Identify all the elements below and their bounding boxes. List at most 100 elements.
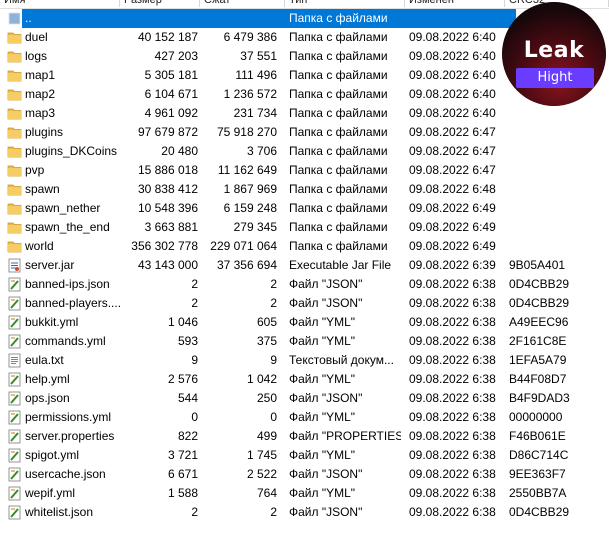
file-size: 15 886 018 xyxy=(137,163,198,177)
modified-date: 09.08.2022 6:47 xyxy=(409,125,496,139)
packed-size: 1 236 572 xyxy=(223,87,277,101)
packed-size: 250 xyxy=(256,391,277,405)
file-row[interactable]: banned-ips.json 2 2 Файл "JSON" 09.08.2022 6… xyxy=(0,275,609,294)
file-row[interactable]: plugins 97 679 872 75 918 270 Папка с файла… xyxy=(0,123,609,142)
file-row[interactable]: permissions.yml 0 0 Файл "YML" 09.08.2022 6:… xyxy=(0,408,609,427)
file-name: spawn_nether xyxy=(25,201,101,215)
file-size: 10 548 396 xyxy=(137,201,198,215)
file-row[interactable]: server.properties 822 499 Файл "PROPERTIES"… xyxy=(0,427,609,446)
column-header-cell[interactable]: Тип xyxy=(285,0,405,7)
file-row[interactable]: spawn_the_end 3 663 881 279 345 Папка с фай… xyxy=(0,218,609,237)
file-name: duel xyxy=(25,30,48,44)
file-size: 2 xyxy=(191,296,198,310)
file-type: Папка с файлами xyxy=(289,239,388,253)
modified-date: 09.08.2022 6:49 xyxy=(409,220,496,234)
file-row[interactable]: server.jar 43 143 000 37 356 694 Executable… xyxy=(0,256,609,275)
file-row[interactable]: world 356 302 778 229 071 064 Папка с файла… xyxy=(0,237,609,256)
modified-date: 09.08.2022 6:40 xyxy=(409,87,496,101)
config-file-icon xyxy=(7,315,22,330)
modified-date: 09.08.2022 6:38 xyxy=(409,372,496,386)
file-type: Папка с файлами xyxy=(289,30,388,44)
up-folder-icon xyxy=(7,11,22,26)
file-name: whitelist.json xyxy=(25,505,94,519)
packed-size: 6 479 386 xyxy=(223,30,277,44)
file-type: Папка с файлами xyxy=(289,11,388,25)
file-size: 0 xyxy=(191,410,198,424)
modified-date: 09.08.2022 6:48 xyxy=(409,182,496,196)
column-header-cell[interactable]: Имя xyxy=(0,0,120,7)
config-file-icon xyxy=(7,429,22,444)
packed-size: 111 496 xyxy=(235,68,277,82)
packed-size xyxy=(200,9,277,28)
file-row[interactable]: usercache.json 6 671 2 522 Файл "JSON" 09.08… xyxy=(0,465,609,484)
file-type: Папка с файлами xyxy=(289,106,388,120)
file-name: help.yml xyxy=(25,372,70,386)
file-row[interactable]: plugins_DKCoins 20 480 3 706 Папка с файлам… xyxy=(0,142,609,161)
file-name: map2 xyxy=(25,87,56,101)
packed-size: 605 xyxy=(256,315,277,329)
packed-size: 0 xyxy=(270,410,277,424)
file-type: Папка с файлами xyxy=(289,125,388,139)
file-row[interactable]: whitelist.json 2 2 Файл "JSON" 09.08.2022 6:… xyxy=(0,503,609,522)
packed-size: 2 xyxy=(270,296,277,310)
file-row[interactable]: spigot.yml 3 721 1 745 Файл "YML" 09.08.2022… xyxy=(0,446,609,465)
logo-title: Leak xyxy=(523,38,585,63)
file-row[interactable]: bukkit.yml 1 046 605 Файл "YML" 09.08.2022 6… xyxy=(0,313,609,332)
column-header-cell[interactable]: Изменён xyxy=(405,0,505,7)
file-row[interactable]: eula.txt 9 9 Текстовый докум... 09.08.2022 6… xyxy=(0,351,609,370)
config-file-icon xyxy=(7,372,22,387)
file-type: Папка с файлами xyxy=(289,182,388,196)
file-row[interactable]: banned-players.... 2 2 Файл "JSON" 09.08.202… xyxy=(0,294,609,313)
file-size: 43 143 000 xyxy=(137,258,198,272)
packed-size: 764 xyxy=(256,486,277,500)
crc32: 00000000 xyxy=(509,410,563,424)
packed-size: 75 918 270 xyxy=(216,125,277,139)
config-file-icon xyxy=(7,448,22,463)
file-type: Папка с файлами xyxy=(289,144,388,158)
column-header-cell[interactable]: Размер xyxy=(120,0,200,7)
file-name: banned-ips.json xyxy=(25,277,110,291)
file-row[interactable]: commands.yml 593 375 Файл "YML" 09.08.2022 6… xyxy=(0,332,609,351)
modified-date: 09.08.2022 6:40 xyxy=(409,106,496,120)
file-row[interactable]: pvp 15 886 018 11 162 649 Папка с файлами 09… xyxy=(0,161,609,180)
modified-date: 09.08.2022 6:38 xyxy=(409,296,496,310)
config-file-icon xyxy=(7,334,22,349)
file-size: 356 302 778 xyxy=(131,239,198,253)
modified-date: 09.08.2022 6:40 xyxy=(409,30,496,44)
file-row[interactable]: spawn_nether 10 548 396 6 159 248 Папка с ф… xyxy=(0,199,609,218)
crc32 xyxy=(509,142,579,161)
crc32: B4F9DAD3 xyxy=(509,391,570,405)
config-file-icon xyxy=(7,467,22,482)
crc32: B44F08D7 xyxy=(509,372,567,386)
file-name: server.properties xyxy=(25,429,115,443)
config-file-icon xyxy=(7,296,22,311)
config-file-icon xyxy=(7,486,22,501)
modified-date xyxy=(409,9,501,28)
folder-icon xyxy=(7,49,22,64)
folder-icon xyxy=(7,220,22,235)
file-name: server.jar xyxy=(25,258,75,272)
packed-size: 231 734 xyxy=(233,106,277,120)
file-size: 5 305 181 xyxy=(144,68,198,82)
file-type: Папка с файлами xyxy=(289,220,388,234)
packed-size: 1 867 969 xyxy=(223,182,277,196)
file-row[interactable]: spawn 30 838 412 1 867 969 Папка с файлами 0… xyxy=(0,180,609,199)
modified-date: 09.08.2022 6:38 xyxy=(409,467,496,481)
file-row[interactable]: help.yml 2 576 1 042 Файл "YML" 09.08.2022 6… xyxy=(0,370,609,389)
file-row[interactable]: wepif.yml 1 588 764 Файл "YML" 09.08.2022 6:… xyxy=(0,484,609,503)
file-row[interactable]: map3 4 961 092 231 734 Папка с файлами 09.08… xyxy=(0,104,609,123)
crc32: 0D4CBB29 xyxy=(509,505,570,519)
file-type: Файл "YML" xyxy=(289,372,356,386)
file-size: 40 152 187 xyxy=(137,30,198,44)
column-header-cell[interactable]: Сжат xyxy=(200,0,285,7)
file-size: 822 xyxy=(177,429,198,443)
crc32 xyxy=(509,161,579,180)
file-size: 427 203 xyxy=(154,49,198,63)
file-type: Файл "JSON" xyxy=(289,277,363,291)
file-size: 2 xyxy=(191,277,198,291)
file-name: banned-players.... xyxy=(25,296,120,310)
file-size: 1 588 xyxy=(167,486,198,500)
file-row[interactable]: ops.json 544 250 Файл "JSON" 09.08.2022 6:38… xyxy=(0,389,609,408)
folder-icon xyxy=(7,125,22,140)
file-name: bukkit.yml xyxy=(25,315,79,329)
